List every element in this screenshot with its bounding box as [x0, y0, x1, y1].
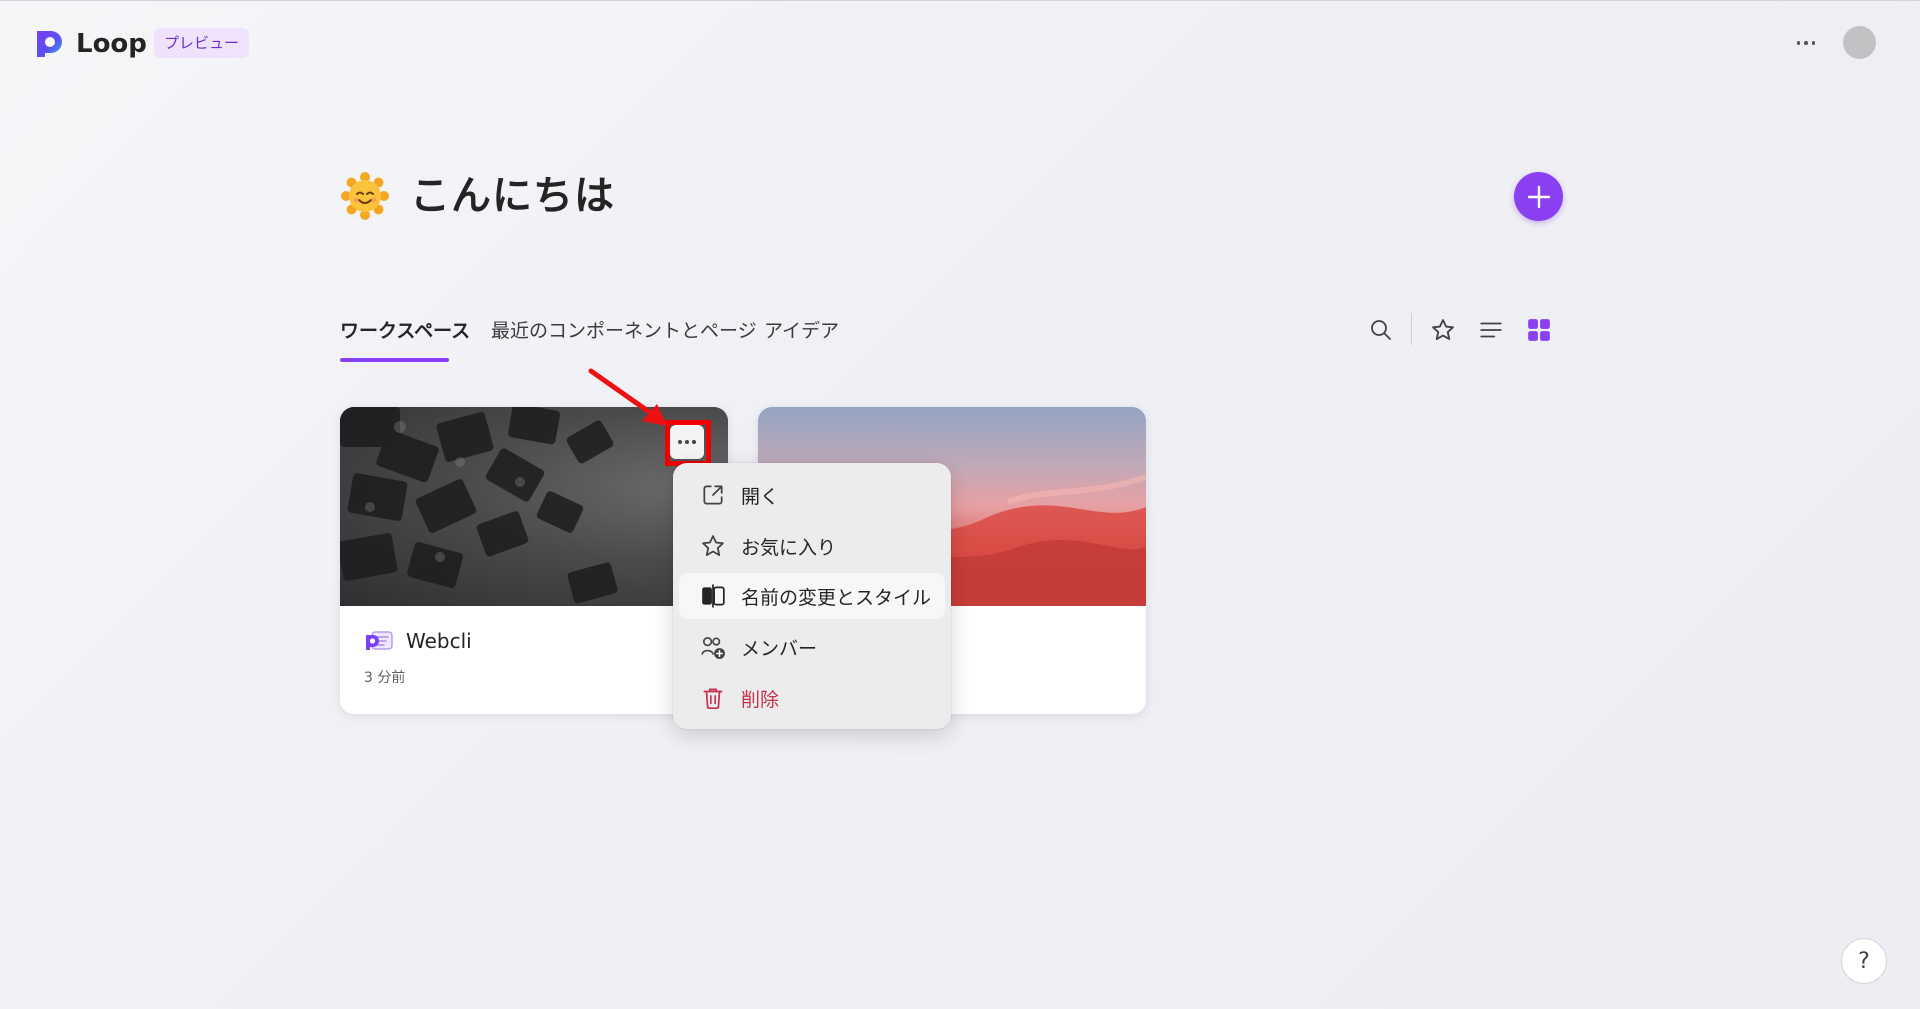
menu-item-label: 開く: [741, 485, 780, 508]
trash-icon: [703, 688, 723, 710]
rename-style-icon: [702, 584, 725, 608]
star-icon: [1432, 319, 1454, 341]
menu-item-favorite[interactable]: お気に入り: [679, 523, 945, 569]
menu-item-members[interactable]: メンバー: [679, 624, 945, 670]
tab-recent-components[interactable]: 最近のコンポーネントとページ: [491, 317, 757, 345]
open-external-icon: [703, 485, 723, 505]
help-button[interactable]: ?: [1841, 938, 1887, 984]
menu-item-label: 削除: [741, 688, 780, 711]
loop-logo-icon: [37, 31, 62, 57]
preview-badge: プレビュー: [154, 28, 250, 58]
grid-view-icon: [1528, 319, 1550, 341]
list-view-icon: [1480, 322, 1502, 338]
more-options-button[interactable]: [1790, 27, 1822, 59]
menu-item-open[interactable]: 開く: [679, 472, 945, 518]
active-tab-indicator: [340, 358, 449, 362]
menu-item-label: メンバー: [741, 637, 818, 660]
search-button[interactable]: [1367, 316, 1395, 344]
list-view-button[interactable]: [1477, 316, 1505, 344]
tab-workspaces[interactable]: ワークスペース: [340, 317, 470, 345]
greeting-title: こんにちは: [410, 173, 615, 219]
workspace-timestamp: 3 分前: [364, 670, 406, 686]
favorites-filter-button[interactable]: [1429, 316, 1457, 344]
search-icon: [1371, 320, 1391, 340]
annotation-arrow-icon: [588, 368, 667, 426]
plus-icon: [1527, 185, 1550, 208]
menu-item-label: お気に入り: [741, 536, 837, 559]
workspace-title: Webcli: [406, 629, 472, 653]
menu-item-delete[interactable]: 削除: [679, 675, 945, 721]
loop-workspace-icon: [366, 631, 393, 650]
app-name: Loop: [76, 29, 147, 59]
smiling-sun-emoji: [341, 172, 389, 220]
avatar[interactable]: [1843, 26, 1876, 59]
more-horizontal-icon: [1796, 41, 1801, 45]
toolbar-divider: [1411, 313, 1412, 345]
tab-ideas[interactable]: アイデア: [764, 317, 839, 345]
star-icon: [702, 535, 724, 556]
add-person-icon: [701, 636, 725, 659]
grid-view-button[interactable]: [1525, 316, 1553, 344]
create-new-button[interactable]: [1514, 172, 1563, 221]
menu-item-label: 名前の変更とスタイル: [741, 586, 932, 609]
workspace-context-menu: 開く お気に入り 名前の変更とスタイル メンバー 削除: [673, 463, 951, 729]
menu-item-rename-style[interactable]: 名前の変更とスタイル: [679, 573, 945, 619]
